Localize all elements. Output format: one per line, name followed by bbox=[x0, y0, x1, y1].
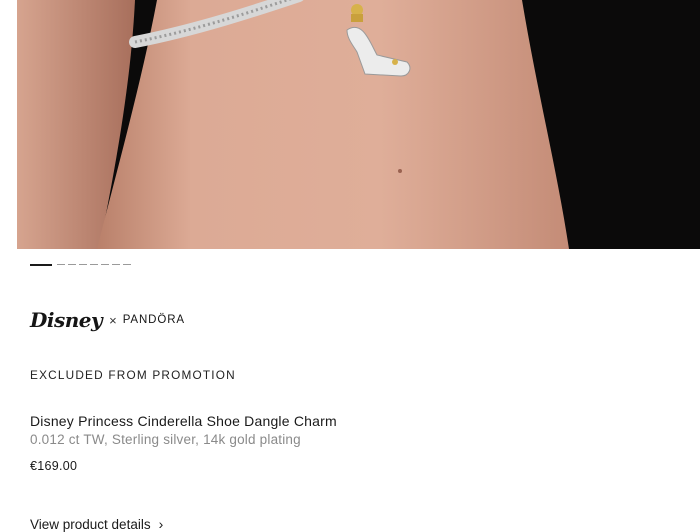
charm-photo bbox=[17, 0, 700, 249]
carousel-dot-2[interactable] bbox=[57, 264, 65, 265]
product-title: Disney Princess Cinderella Shoe Dangle C… bbox=[30, 413, 337, 429]
collab-separator: × bbox=[109, 312, 117, 328]
product-price: €169.00 bbox=[30, 459, 78, 473]
chevron-right-icon: › bbox=[158, 516, 164, 532]
carousel-dot-4[interactable] bbox=[79, 264, 87, 265]
carousel-dot-3[interactable] bbox=[68, 264, 76, 265]
carousel-dot-5[interactable] bbox=[90, 264, 98, 265]
disney-logo: Disney bbox=[30, 308, 103, 332]
image-carousel-indicator bbox=[30, 263, 131, 266]
carousel-dot-7[interactable] bbox=[112, 264, 120, 265]
pandora-logo: PANDÖRA bbox=[122, 314, 186, 326]
carousel-dot-1[interactable] bbox=[30, 263, 52, 266]
promo-badge: EXCLUDED FROM PROMOTION bbox=[30, 368, 236, 382]
product-image[interactable] bbox=[17, 0, 700, 249]
carousel-dot-8[interactable] bbox=[123, 264, 131, 265]
brand-logo: Disney × PANDÖRA bbox=[30, 306, 185, 334]
view-details-label: View product details bbox=[30, 516, 151, 532]
view-product-details-link[interactable]: View product details › bbox=[30, 516, 163, 532]
carousel-dot-6[interactable] bbox=[101, 264, 109, 265]
product-specs: 0.012 ct TW, Sterling silver, 14k gold p… bbox=[30, 432, 301, 447]
